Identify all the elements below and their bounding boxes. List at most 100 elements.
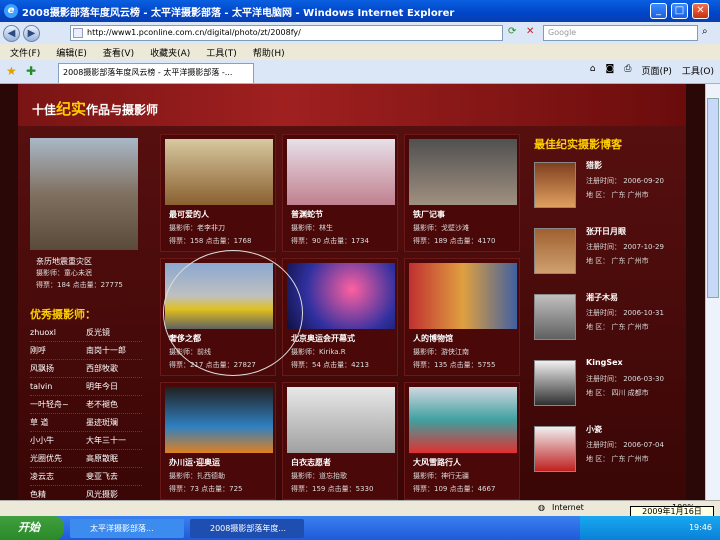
avatar[interactable]	[534, 294, 576, 340]
taskbar-item[interactable]: 太平洋摄影部落...	[70, 518, 184, 538]
avatar[interactable]	[534, 162, 576, 208]
card-title[interactable]: 普渊蛇节	[291, 209, 323, 220]
blog-item[interactable]: 猎影注册时间： 2006-09-20 地 区： 广东 广州市	[534, 158, 684, 216]
card-title[interactable]: 北京奥运会开幕式	[291, 333, 355, 344]
list-item: 风飘扬 西部牧歌	[30, 360, 142, 378]
blog-item[interactable]: 湘子木易注册时间： 2006-10-31 地 区： 广东 广州市	[534, 290, 684, 348]
blog-item[interactable]: 小瓷 注册时间： 2006-07-04 地 区： 广东 广州市	[534, 422, 684, 480]
menu-edit[interactable]: 编辑(E)	[56, 46, 87, 59]
card-stats: 得票：90 点击量：1734	[291, 237, 369, 245]
blog-region: 地 区： 广东 广州市	[586, 323, 649, 331]
card-photo[interactable]	[287, 387, 395, 453]
banner-title: 十佳纪实作品与摄影师	[32, 100, 159, 118]
blog-item[interactable]: KingSex 注册时间： 2006-03-30 地 区： 四川 成都市	[534, 356, 684, 414]
card-title[interactable]: 人的博物馆	[413, 333, 453, 344]
print-icon[interactable]: ⎙	[624, 64, 631, 77]
photographers-heading: 优秀摄影师：	[30, 308, 96, 321]
scrollbar-thumb[interactable]	[707, 98, 719, 298]
blog-date: 注册时间： 2006-09-20	[586, 177, 664, 185]
card-title[interactable]: 大风雪路行人	[413, 457, 461, 468]
menu-bar: 文件(F) 编辑(E) 查看(V) 收藏夹(A) 工具(T) 帮助(H)	[0, 44, 720, 60]
highlight-circle	[163, 250, 303, 376]
card-photo[interactable]	[409, 263, 517, 329]
tab-active[interactable]: 2008摄影部落年度风云榜 - 太平洋摄影部落 -...	[58, 63, 254, 83]
avatar[interactable]	[534, 426, 576, 472]
blog-date: 注册时间： 2007-10-29	[586, 243, 664, 251]
card-photo[interactable]	[165, 139, 273, 205]
photo-card[interactable]: 人的博物馆摄影师：游侠江南得票：135 点击量：5755	[404, 258, 520, 376]
search-input[interactable]: Google	[543, 25, 698, 41]
scrollbar[interactable]	[705, 84, 720, 500]
blog-item[interactable]: 张开日月眼 注册时间： 2007-10-29 地 区： 广东 广州市	[534, 224, 684, 282]
close-button[interactable]: ✕	[692, 3, 709, 19]
menu-file[interactable]: 文件(F)	[10, 46, 40, 59]
avatar[interactable]	[534, 360, 576, 406]
menu-help[interactable]: 帮助(H)	[253, 46, 285, 59]
start-button[interactable]: 开始	[0, 516, 64, 540]
card-photo[interactable]	[409, 139, 517, 205]
photo-card[interactable]: 办川运·迎奥运 摄影师：扎西德勒 得票：73 点击量：725	[160, 382, 276, 500]
clock[interactable]: 19:46	[689, 523, 712, 532]
card-title[interactable]: 白衣志愿者	[291, 457, 331, 468]
favorites-star-icon[interactable]: ★	[6, 64, 17, 78]
forward-button[interactable]: ▶	[23, 24, 40, 42]
search-icon[interactable]: ⌕	[702, 26, 708, 37]
card-title[interactable]: 铁厂记事	[413, 209, 445, 220]
refresh-icon[interactable]: ⟳	[508, 26, 516, 37]
list-item: 凌云志 斐亚飞去	[30, 468, 142, 486]
page-content: 十佳纪实作品与摄影师 亲历地震重灾区 摄影师：童心未泯 得票：184 点击量：2…	[18, 84, 686, 500]
url-input[interactable]: http://www1.pconline.com.cn/digital/phot…	[70, 25, 503, 41]
tab-bar: ★ ✚ 2008摄影部落年度风云榜 - 太平洋摄影部落 -... ⌂ ◙ ⎙ 页…	[0, 60, 720, 84]
blog-region: 地 区： 广东 广州市	[586, 191, 649, 199]
list-item: talvin 明年今日	[30, 378, 142, 396]
blog-name[interactable]: KingSex	[586, 358, 623, 367]
blog-date: 注册时间： 2006-03-30	[586, 375, 664, 383]
card-photo[interactable]	[287, 139, 395, 205]
banner: 十佳纪实作品与摄影师	[18, 84, 686, 126]
blog-name[interactable]: 张开日月眼	[586, 226, 626, 237]
menu-tools[interactable]: 工具(T)	[206, 46, 237, 59]
url-text: http://www1.pconline.com.cn/digital/phot…	[87, 28, 301, 37]
card-stats: 得票：109 点击量：4667	[413, 485, 496, 493]
page-menu[interactable]: 页面(P)	[641, 64, 671, 77]
photo-card[interactable]: 最可爱的人 摄影师：老李非刀 得票：158 点击量：1768	[160, 134, 276, 252]
zone-label: Internet	[552, 503, 584, 512]
taskbar-item-active[interactable]: 2008摄影部落年度...	[190, 518, 304, 538]
blog-name[interactable]: 湘子木易	[586, 292, 618, 303]
home-icon[interactable]: ⌂	[590, 64, 596, 77]
photo-card[interactable]: 大风雪路行人 摄影师：神行无疆 得票：109 点击量：4667	[404, 382, 520, 500]
menu-favorites[interactable]: 收藏夹(A)	[150, 46, 190, 59]
card-title[interactable]: 办川运·迎奥运	[169, 457, 220, 468]
maximize-button[interactable]: □	[671, 3, 688, 19]
add-favorite-icon[interactable]: ✚	[26, 64, 36, 78]
feature-title[interactable]: 亲历地震重灾区	[36, 256, 92, 267]
feature-author: 摄影师：童心未泯	[36, 269, 92, 277]
menu-view[interactable]: 查看(V)	[103, 46, 134, 59]
blog-name[interactable]: 小瓷	[586, 424, 602, 435]
back-button[interactable]: ◀	[3, 24, 20, 42]
card-title[interactable]: 最可爱的人	[169, 209, 209, 220]
feature-photo[interactable]	[30, 138, 138, 250]
blog-date: 注册时间： 2006-10-31	[586, 309, 664, 317]
list-item: zhuoxl 反光镜	[30, 324, 142, 342]
stop-icon[interactable]: ✕	[526, 26, 534, 37]
photo-card[interactable]: 白衣志愿者 摄影师：道忘抬歌 得票：159 点击量：5330	[282, 382, 398, 500]
avatar[interactable]	[534, 228, 576, 274]
ie-icon: e	[4, 4, 18, 18]
card-author: 摄影师：道忘抬歌	[291, 472, 347, 480]
left-column: 亲历地震重灾区 摄影师：童心未泯 得票：184 点击量：27775 优秀摄影师：…	[26, 134, 146, 500]
card-stats: 得票：135 点击量：5755	[413, 361, 496, 369]
photographer-list: zhuoxl 反光镜 刚呼 南岗十一郎 风飘扬 西部牧歌 talvin 明年今日 一叶轻…	[30, 324, 142, 500]
card-author: 摄影师：游侠江南	[413, 348, 469, 356]
card-photo[interactable]	[287, 263, 395, 329]
photo-card[interactable]: 铁厂记事 摄影师：戈壁沙滩 得票：189 点击量：4170	[404, 134, 520, 252]
tools-menu[interactable]: 工具(O)	[682, 64, 714, 77]
status-bar: ◍ Internet 100%	[0, 500, 720, 516]
photo-card[interactable]: 普渊蛇节 摄影师：林生 得票：90 点击量：1734	[282, 134, 398, 252]
card-photo[interactable]	[409, 387, 517, 453]
minimize-button[interactable]: _	[650, 3, 667, 19]
feeds-icon[interactable]: ◙	[606, 64, 615, 77]
card-photo[interactable]	[165, 387, 273, 453]
card-stats: 得票：189 点击量：4170	[413, 237, 496, 245]
blog-name[interactable]: 猎影	[586, 160, 602, 171]
